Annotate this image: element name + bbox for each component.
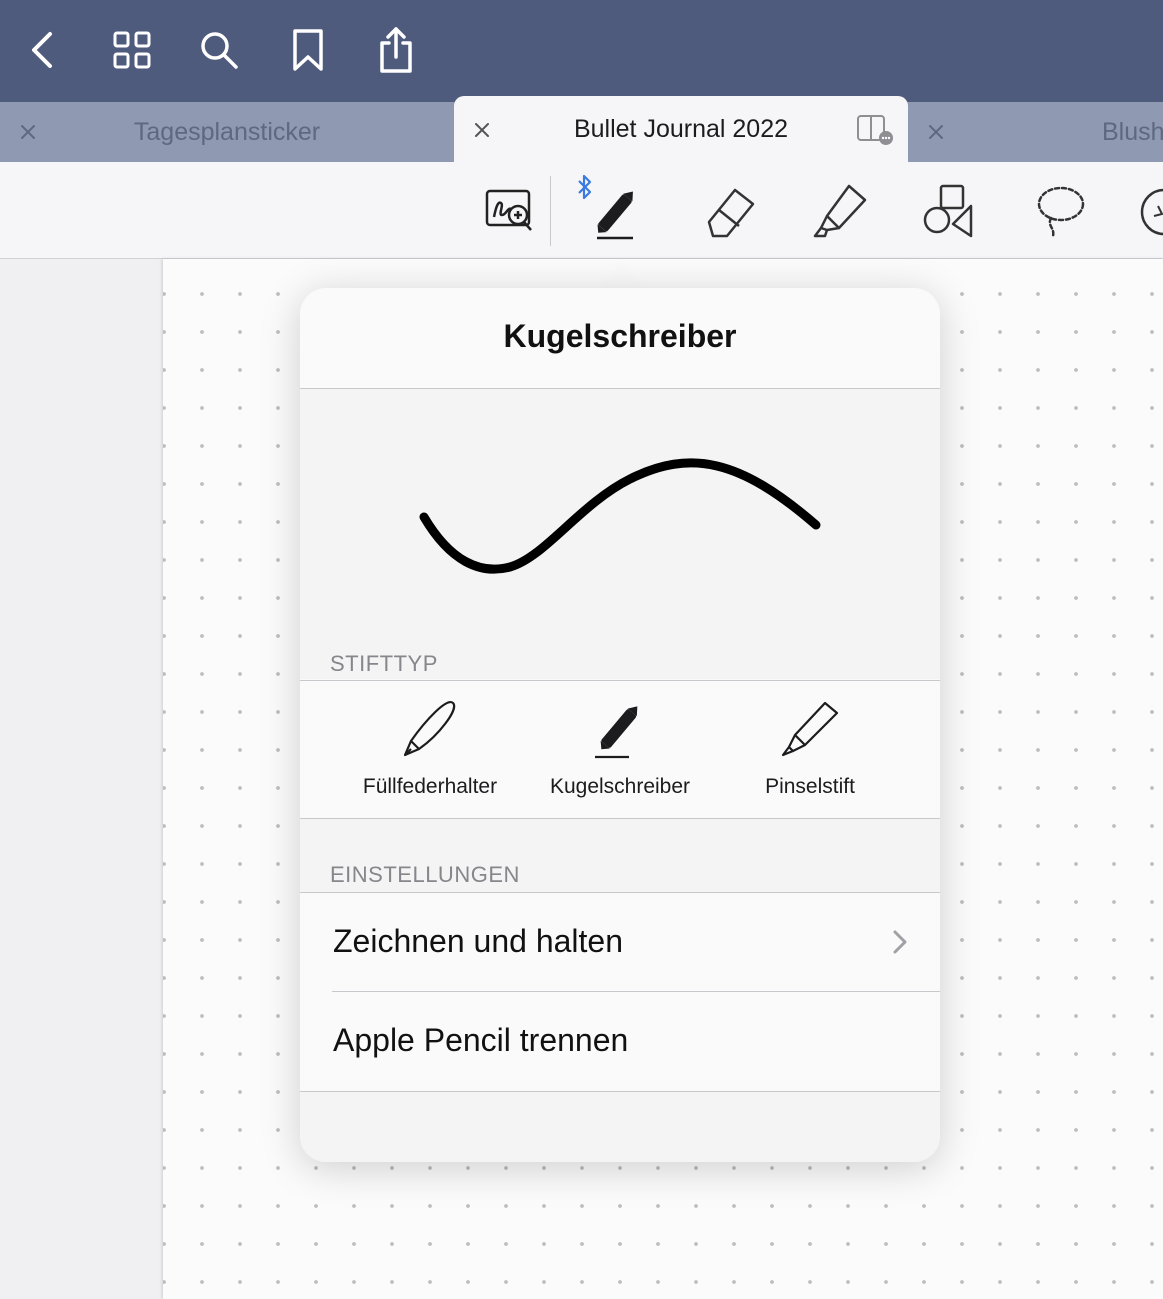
grid-icon[interactable] — [104, 22, 160, 78]
document-tabs: Tagesplansticker Bullet Journal 2022 Blu… — [0, 96, 1163, 162]
ballpoint-pen-icon[interactable] — [582, 180, 652, 244]
pen-type-label: Pinselstift — [765, 775, 855, 798]
toolbar-divider — [550, 176, 551, 246]
tab-title: Blush — [1102, 118, 1163, 146]
search-icon[interactable] — [191, 22, 247, 78]
setting-row-disconnect-pencil[interactable]: Apple Pencil trennen — [300, 992, 940, 1091]
setting-row-draw-and-hold[interactable]: Zeichnen und halten — [300, 893, 940, 992]
tab-tagesplansticker[interactable]: Tagesplansticker — [0, 102, 454, 162]
brush-pen-icon — [715, 699, 905, 761]
zoom-window-icon[interactable] — [476, 180, 546, 244]
pen-type-ballpoint[interactable]: Kugelschreiber — [525, 681, 715, 818]
pen-type-fountain[interactable]: Füllfederhalter — [335, 681, 525, 818]
drawing-toolbar — [0, 162, 1163, 259]
tab-blush[interactable]: Blush — [908, 102, 1163, 162]
stroke-preview: STIFTTYP — [300, 389, 940, 679]
share-icon[interactable] — [368, 22, 424, 78]
settings-header: EINSTELLUNGEN — [300, 819, 940, 892]
popover-title: Kugelschreiber — [503, 318, 737, 354]
popover-footer — [300, 1092, 940, 1162]
bookmark-icon[interactable] — [280, 22, 336, 78]
close-icon[interactable] — [922, 118, 950, 146]
fountain-pen-icon — [335, 699, 525, 761]
section-label-pen-type: STIFTTYP — [330, 651, 438, 676]
popover-arrow — [597, 262, 645, 290]
tab-title: Bullet Journal 2022 — [573, 115, 789, 143]
eraser-icon[interactable] — [694, 180, 764, 244]
pen-type-label: Füllfederhalter — [362, 775, 498, 798]
pen-settings-popover: Kugelschreiber STIFTTYP Füllfederhalter … — [300, 288, 940, 1162]
ballpoint-pen-icon — [525, 699, 715, 761]
stroke-preview-curve — [419, 458, 821, 574]
pen-type-selector: Füllfederhalter Kugelschreiber Pinselsti… — [300, 681, 940, 818]
setting-label: Zeichnen und halten — [333, 923, 623, 959]
tab-bullet-journal[interactable]: Bullet Journal 2022 — [454, 96, 908, 162]
split-view-icon[interactable] — [856, 114, 896, 153]
shapes-icon[interactable] — [914, 180, 984, 244]
sticker-icon[interactable] — [1130, 180, 1163, 244]
back-chevron-icon[interactable] — [14, 22, 70, 78]
chevron-right-icon — [892, 929, 908, 960]
top-nav-bar — [0, 0, 1163, 102]
pen-type-label: Kugelschreiber — [549, 775, 691, 798]
lasso-icon[interactable] — [1024, 180, 1094, 244]
setting-label: Apple Pencil trennen — [333, 1022, 629, 1058]
section-label-settings: EINSTELLUNGEN — [330, 862, 520, 887]
pen-type-brush[interactable]: Pinselstift — [715, 681, 905, 818]
highlighter-icon[interactable] — [804, 180, 874, 244]
tab-title: Tagesplansticker — [133, 118, 321, 146]
